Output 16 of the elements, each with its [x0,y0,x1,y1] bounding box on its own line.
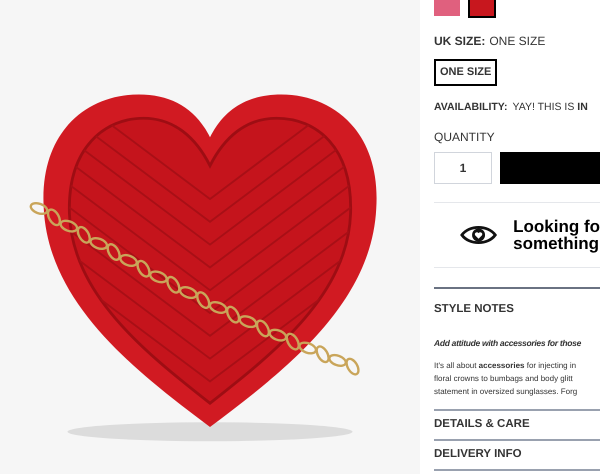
style-notes-intro: Add attitude with accessories for those [434,336,582,350]
size-value: ONE SIZE [489,33,546,50]
quantity-field[interactable]: 1 [434,152,492,184]
section-heading[interactable]: DELIVERY INFO [434,446,522,464]
promo-heading: Looking fo something [513,218,600,252]
availability-value: YAY! THIS IS IN [512,100,588,115]
add-to-bag-button[interactable] [500,152,600,184]
size-label: UK SIZE: [434,33,486,50]
availability-label: AVAILABILITY: [434,100,508,115]
quantity-label: QUANTITY [434,128,496,146]
style-notes-text: It's all about accessories for injecting in floral crowns to bumbags and body glitt statement in oversized sunglasses. Forg [434,360,578,398]
size-option[interactable]: ONE SIZE [434,59,498,86]
section-heading[interactable]: DETAILS & CARE [434,416,530,434]
color-swatch[interactable] [468,0,496,18]
section-heading[interactable]: STYLE NOTES [434,302,514,315]
color-swatch[interactable] [434,0,460,16]
